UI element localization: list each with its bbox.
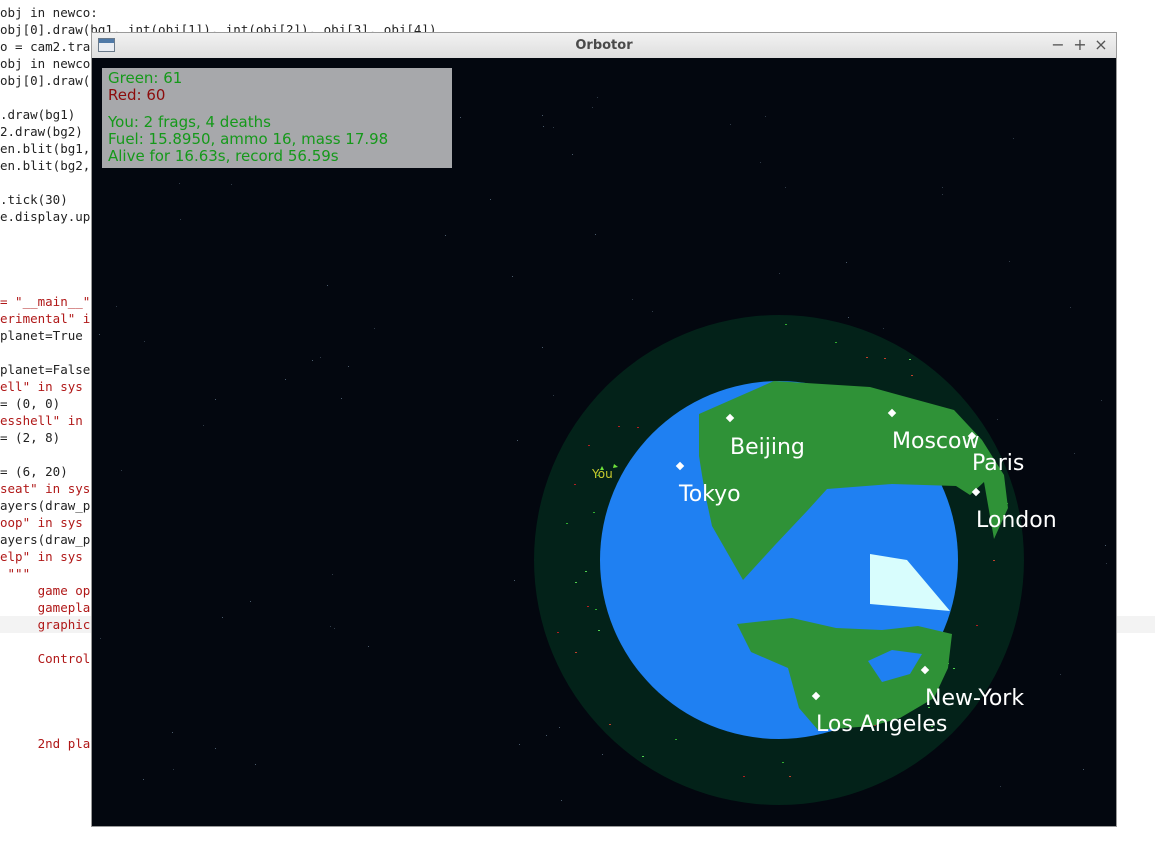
code-line: obj in newco [0,56,91,71]
city-label: Los Angeles [816,712,947,737]
code-line: planet=True [0,328,83,343]
code-line: graphics [0,617,98,632]
code-line: 2nd play [0,736,98,751]
city-label: Tokyo [678,482,741,507]
maximize-button[interactable]: + [1070,33,1090,58]
close-button[interactable]: × [1091,33,1111,58]
code-line: esshell" in [0,413,83,428]
game-canvas: Beijing MoscowParis Tokyo London New-YorkLos… [92,58,1116,826]
red-score: Red: 60 [108,86,166,104]
code-line: = (2, 8) [0,430,61,445]
city-label: Beijing [730,435,805,460]
game-viewport[interactable]: Beijing Moscow Paris Tokyo London New-York Los… [92,58,1116,826]
code-line: seat" in sys [0,481,91,496]
code-line: Controls [0,651,98,666]
code-line: e.display.up [0,209,91,224]
code-line: obj in newco: [0,5,98,20]
player-label: You [591,467,613,481]
code-line: elp" in sys [0,549,83,564]
code-line: ayers(draw_p [0,498,91,513]
code-line: 2.draw(bg2) [0,124,83,139]
code-line: o = cam2.tran [0,39,98,54]
code-line: .tick(30) [0,192,68,207]
code-line: = "__main__" [0,294,91,309]
player-stats: You: 2 frags, 4 deaths [108,113,271,131]
code-line: .draw(bg1) [0,107,76,122]
title-bar[interactable]: Orbotor − + × [92,33,1116,59]
code-line: gamepla [0,600,91,615]
code-line: game opt [0,583,98,598]
orbotor-window[interactable]: Orbotor − + × Beijing Moscow Paris Tokyo Lon… [91,32,1117,827]
alive-time: Alive for 16.63s, record 56.59s [108,147,339,165]
code-line: erimental" i [0,311,91,326]
hud-panel: Green: 61 Red: 60 You: 2 frags, 4 deaths… [102,68,452,168]
code-line: en.blit(bg2, [0,158,91,173]
code-line: oop" in sys [0,515,83,530]
minimize-button[interactable]: − [1048,33,1068,58]
resources: Fuel: 15.8950, ammo 16, mass 17.98 [108,130,389,148]
code-line: ell" in sys [0,379,83,394]
code-line: ayers(draw_p [0,532,91,547]
green-score: Green: 61 [108,69,183,87]
city-label: London [976,508,1057,533]
code-line: = (6, 20) [0,464,68,479]
city-label: Paris [972,451,1024,476]
window-title: Orbotor [575,38,633,53]
code-line: = (0, 0) [0,396,61,411]
code-line: planet=False [0,362,91,377]
code-line: """ [0,566,31,581]
code-line: obj[0].draw(b [0,73,98,88]
city-label: Moscow [892,429,979,454]
city-label: New-York [925,686,1024,711]
code-line: en.blit(bg1, [0,141,91,156]
